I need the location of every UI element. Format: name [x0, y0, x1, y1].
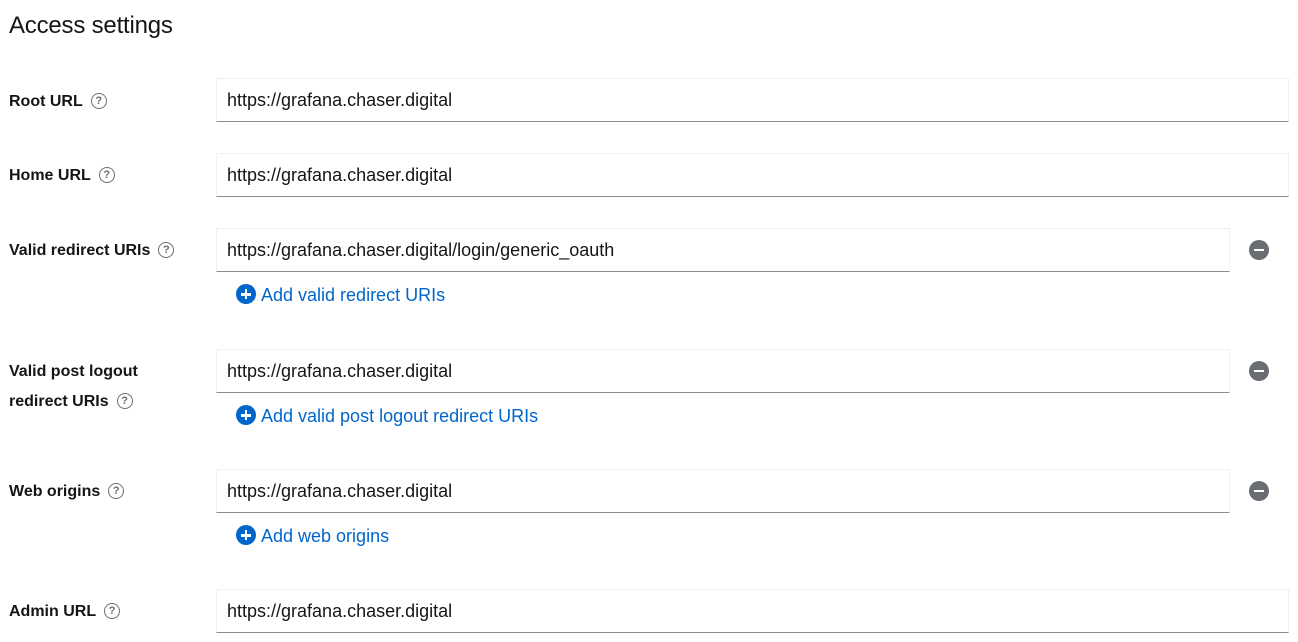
section-title: Access settings [9, 12, 173, 39]
post-logout-label-line2: redirect URIs [9, 393, 109, 410]
plus-circle-icon [236, 525, 256, 546]
help-circle-icon[interactable]: ? [98, 166, 115, 183]
plus-circle-icon [236, 405, 256, 426]
add-valid-redirect-label: Add valid redirect URIs [261, 285, 446, 305]
post-logout-input[interactable]: https://grafana.chaser.digital [216, 349, 1230, 393]
help-circle-icon[interactable]: ? [116, 392, 133, 409]
add-valid-redirect-link[interactable]: Add valid redirect URIs [236, 283, 445, 307]
add-post-logout-label: Add valid post logout redirect URIs [261, 406, 539, 426]
home-url-label: Home URL? [9, 161, 115, 191]
admin-url-label: Admin URL? [9, 597, 121, 627]
valid-redirect-label: Valid redirect URIs? [9, 236, 175, 266]
help-circle-icon[interactable]: ? [108, 482, 125, 499]
post-logout-label-2: redirect URIs? [9, 387, 133, 417]
post-logout-label-line1: Valid post logout [9, 363, 138, 380]
help-circle-icon[interactable]: ? [90, 92, 107, 109]
root-url-input[interactable]: https://grafana.chaser.digital [216, 78, 1289, 122]
help-circle-icon[interactable]: ? [158, 241, 175, 258]
admin-url-label-text: Admin URL [9, 603, 97, 620]
web-origins-label-text: Web origins [9, 483, 101, 500]
valid-redirect-input[interactable]: https://grafana.chaser.digital/login/gen… [216, 228, 1230, 272]
plus-circle-icon [236, 284, 256, 305]
admin-url-input[interactable]: https://grafana.chaser.digital [216, 589, 1289, 633]
minus-circle-icon[interactable] [1249, 361, 1269, 381]
add-post-logout-link[interactable]: Add valid post logout redirect URIs [236, 404, 538, 428]
root-url-label-text: Root URL [9, 93, 83, 110]
home-url-label-text: Home URL [9, 167, 91, 184]
add-web-origins-link[interactable]: Add web origins [236, 524, 389, 548]
web-origins-label: Web origins? [9, 477, 125, 507]
minus-circle-icon[interactable] [1249, 481, 1269, 501]
home-url-input[interactable]: https://grafana.chaser.digital [216, 153, 1289, 197]
help-circle-icon[interactable]: ? [104, 602, 121, 619]
root-url-label: Root URL? [9, 87, 107, 117]
web-origins-input[interactable]: https://grafana.chaser.digital [216, 469, 1230, 513]
add-web-origins-label: Add web origins [261, 526, 390, 546]
post-logout-label: Valid post logout [9, 357, 138, 387]
valid-redirect-label-text: Valid redirect URIs [9, 242, 151, 259]
minus-circle-icon[interactable] [1249, 240, 1269, 260]
